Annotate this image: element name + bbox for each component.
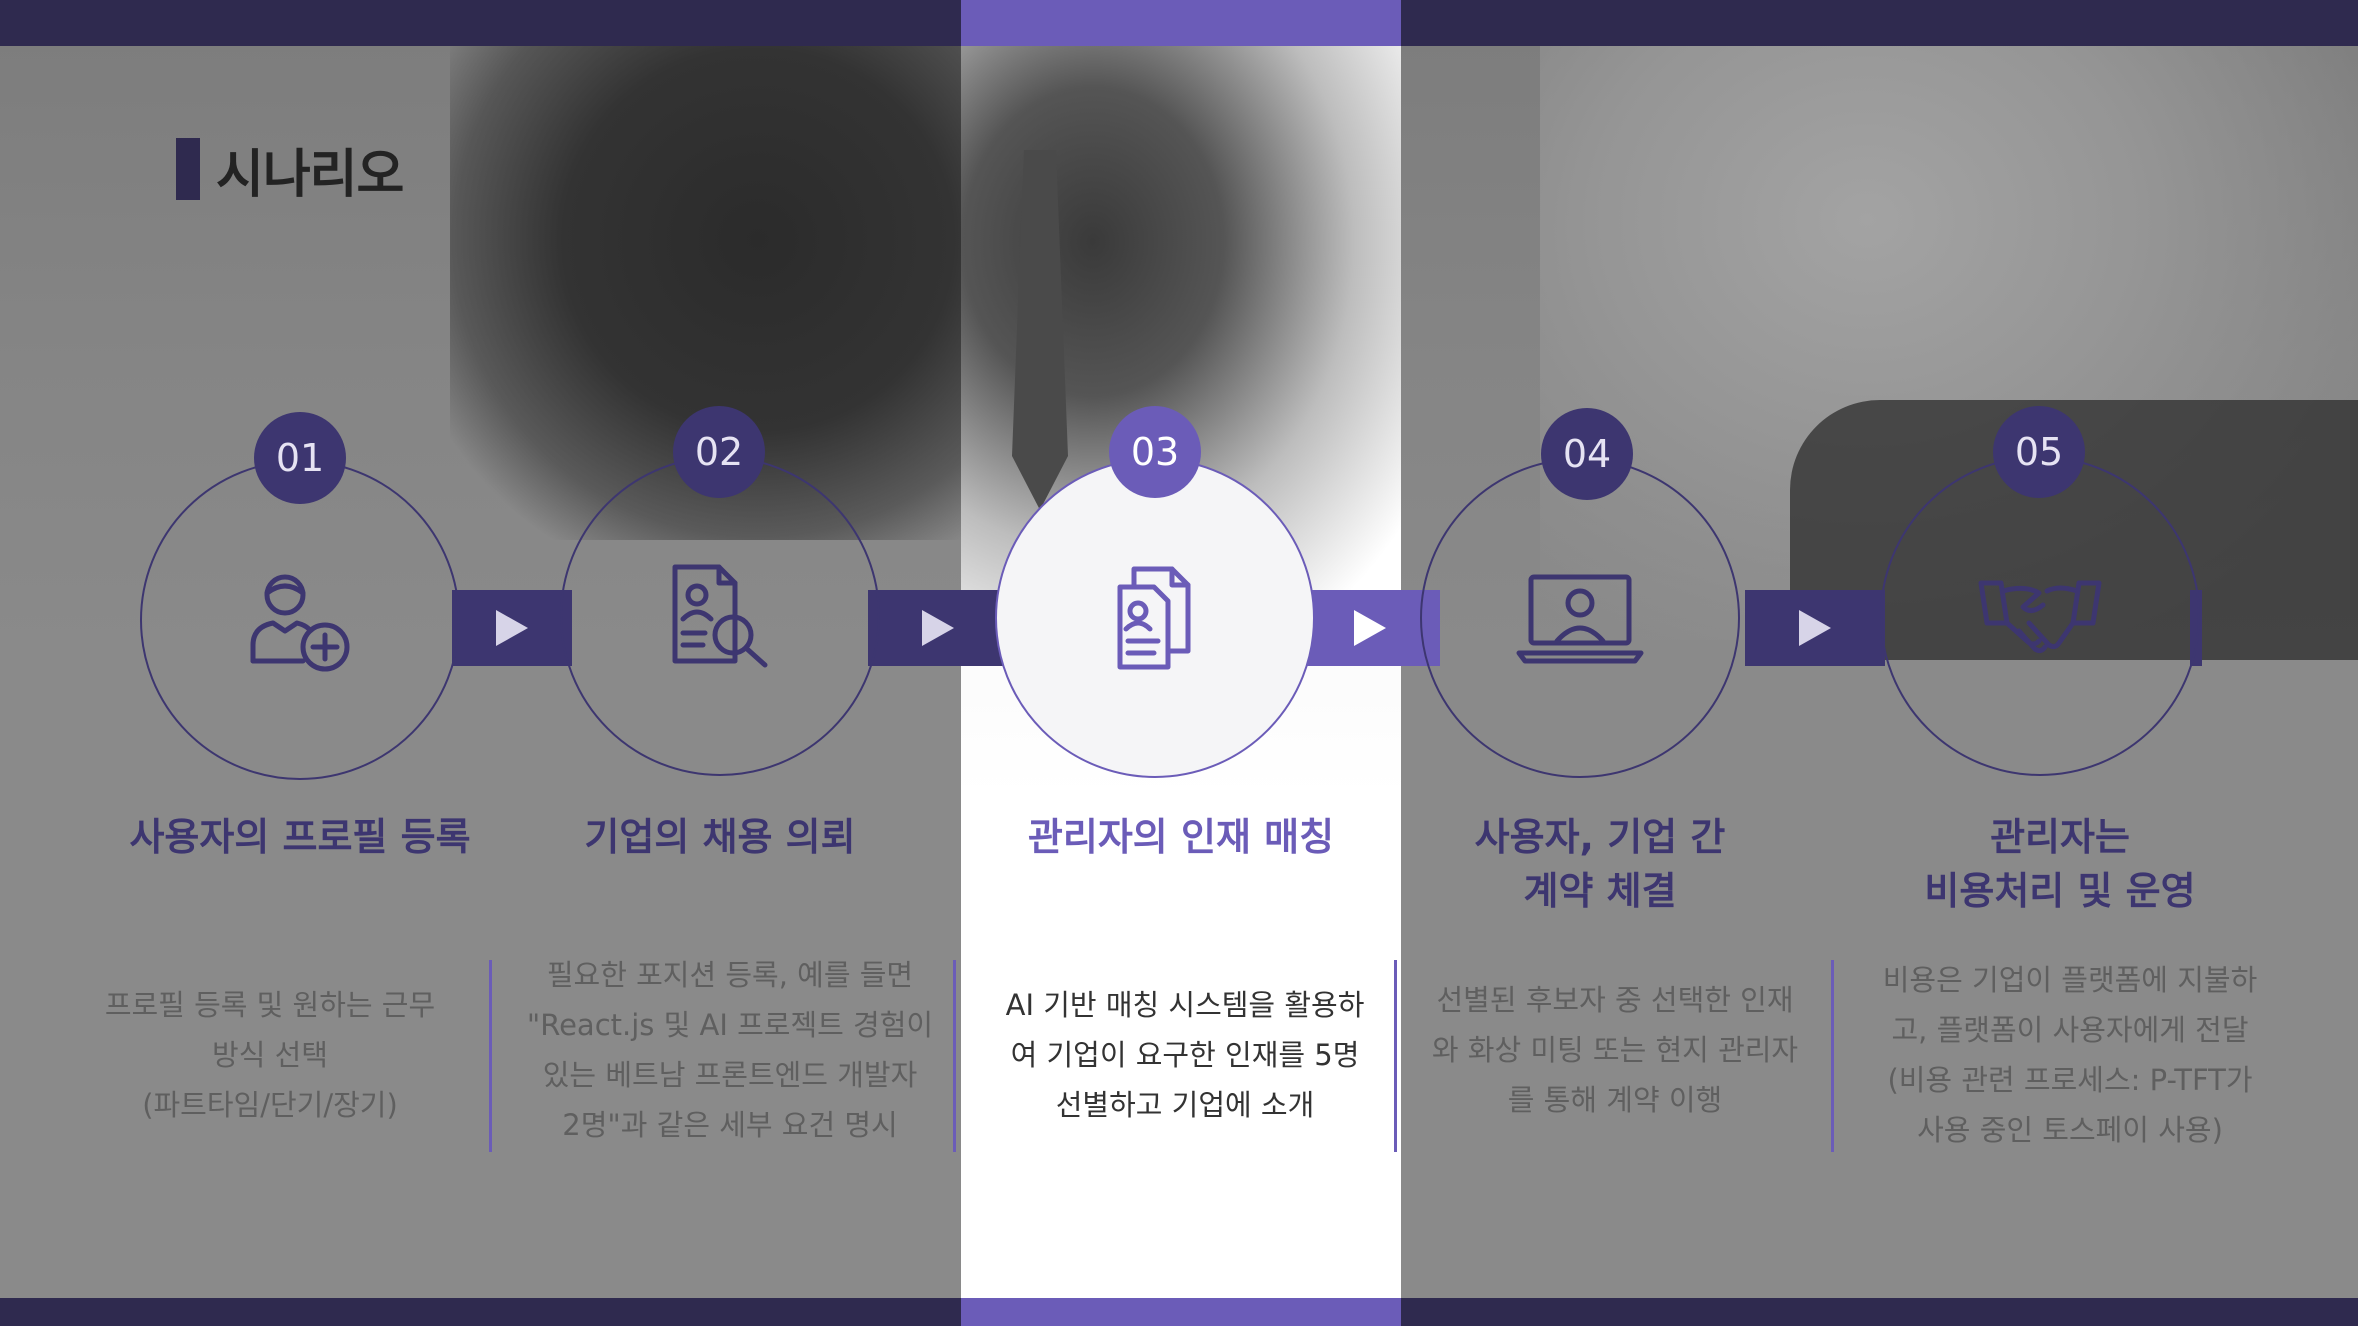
connector-3-4 xyxy=(1300,590,1440,666)
step-4-desc: 선별된 후보자 중 선택한 인재 와 화상 미팅 또는 현지 관리자 를 통해 … xyxy=(1431,983,1799,1117)
arrow-right-icon xyxy=(922,610,954,646)
highlight-top-bar xyxy=(961,0,1401,46)
slide-title-text: 시나리오 xyxy=(216,144,404,205)
arrow-right-icon xyxy=(1354,610,1386,646)
step-4-circle xyxy=(1420,458,1740,778)
handshake-icon xyxy=(1975,561,2105,671)
step-4-title: 사용자, 기업 간 계약 체결 xyxy=(1474,815,1726,913)
resume-documents-icon xyxy=(1100,563,1210,673)
connector-2-3 xyxy=(868,590,1008,666)
divider-4 xyxy=(1831,960,1834,1152)
step-1-circle xyxy=(140,460,460,780)
video-meeting-laptop-icon xyxy=(1515,563,1645,673)
step-2-badge: 02 xyxy=(673,406,765,498)
step-5-desc: 비용은 기업이 플랫폼에 지불하 고, 플랫폼이 사용자에게 전달 (비용 관련… xyxy=(1882,963,2258,1147)
title-marker xyxy=(176,138,200,200)
divider-1 xyxy=(489,960,492,1152)
step-3-circle xyxy=(995,458,1315,778)
divider-2 xyxy=(953,960,956,1152)
slide-title: 시나리오 xyxy=(176,138,404,205)
step-3-badge: 03 xyxy=(1109,406,1201,498)
step-2-circle xyxy=(560,456,880,776)
step-1-badge: 01 xyxy=(254,412,346,504)
connector-1-2 xyxy=(452,590,572,666)
arrow-right-icon xyxy=(1799,610,1831,646)
step-3-desc: AI 기반 매칭 시스템을 활용하 여 기업이 요구한 인재를 5명 선별하고 … xyxy=(1005,988,1365,1122)
document-search-icon xyxy=(665,561,775,671)
step-5-circle xyxy=(1880,456,2200,776)
step-1-title: 사용자의 프로필 등록 xyxy=(129,815,471,859)
step-2-desc: 필요한 포지션 등록, 예를 들면 "React.js 및 AI 프로젝트 경험… xyxy=(526,958,934,1142)
step-5-badge: 05 xyxy=(1993,406,2085,498)
user-add-icon xyxy=(245,565,355,675)
connector-4-5 xyxy=(1745,590,1885,666)
divider-3 xyxy=(1394,960,1397,1152)
step-5-title: 관리자는 비용처리 및 운영 xyxy=(1924,815,2196,913)
step-1-desc: 프로필 등록 및 원하는 근무 방식 선택 (파트타임/단기/장기) xyxy=(104,988,436,1122)
highlight-bottom-bar xyxy=(961,1298,1401,1326)
step-2-title: 기업의 채용 의뢰 xyxy=(584,815,856,859)
step-3-title: 관리자의 인재 매칭 xyxy=(1027,815,1335,859)
step-4-badge: 04 xyxy=(1541,408,1633,500)
arrow-right-icon xyxy=(496,610,528,646)
